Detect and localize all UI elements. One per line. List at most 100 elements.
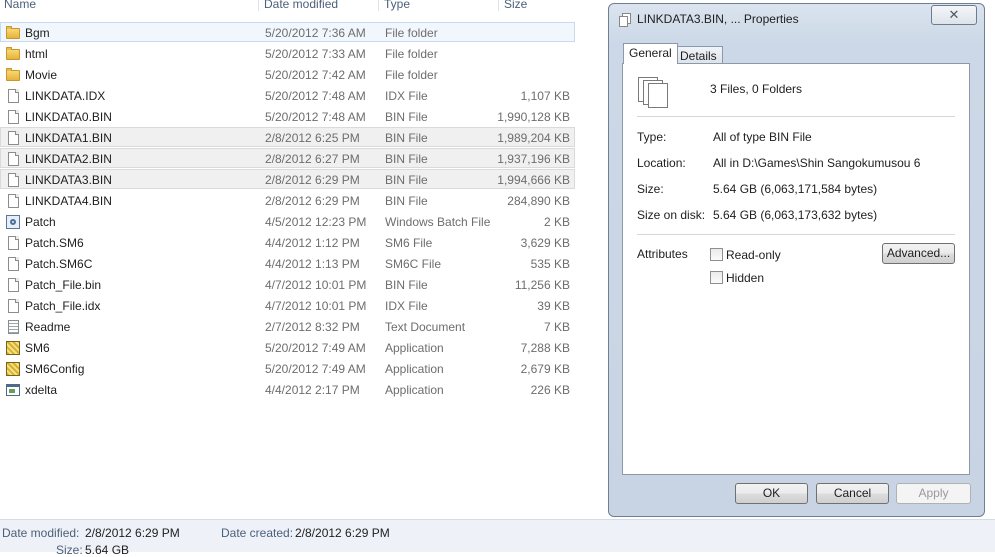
file-icon <box>5 235 21 251</box>
file-name: Patch.SM6C <box>25 257 93 271</box>
selection-summary: 3 Files, 0 Folders <box>710 82 803 96</box>
file-type: SM6C File <box>385 257 442 271</box>
file-type: IDX File <box>385 299 428 313</box>
file-name: Movie <box>25 68 58 82</box>
column-separator[interactable] <box>498 0 499 11</box>
file-date-modified: 5/20/2012 7:33 AM <box>265 47 366 61</box>
batch-file-icon <box>5 214 21 230</box>
file-icon <box>5 109 21 125</box>
size-label: Size: <box>637 182 664 196</box>
file-date-modified: 5/20/2012 7:48 AM <box>265 89 366 103</box>
file-row[interactable]: Patch.SM6C 4/4/2012 1:13 PM SM6C File 535 K… <box>0 253 575 273</box>
hidden-label[interactable]: Hidden <box>726 271 764 285</box>
file-date-modified: 5/20/2012 7:49 AM <box>265 341 366 355</box>
file-icon <box>5 193 21 209</box>
general-tab-panel: 3 Files, 0 Folders Type: All of type BIN… <box>622 63 970 475</box>
file-type: BIN File <box>385 152 428 166</box>
details-pane: Date modified: 2/8/2012 6:29 PM Date cre… <box>0 519 995 557</box>
details-size-value: 5.64 GB <box>85 543 130 557</box>
file-date-modified: 2/8/2012 6:25 PM <box>265 131 360 145</box>
file-row[interactable]: SM6 5/20/2012 7:49 AM Application 7,288 KB <box>0 337 575 357</box>
size-on-disk-value: 5.64 GB (6,063,173,632 bytes) <box>713 208 878 222</box>
file-date-modified: 4/4/2012 1:12 PM <box>265 236 360 250</box>
type-label: Type: <box>637 130 667 144</box>
type-value: All of type BIN File <box>713 130 812 144</box>
dialog-title: LINKDATA3.BIN, ... Properties <box>637 12 799 26</box>
file-row[interactable]: Patch 4/5/2012 12:23 PM Windows Batch File… <box>0 211 575 231</box>
cancel-button[interactable]: Cancel <box>816 483 889 504</box>
details-modified-value: 2/8/2012 6:29 PM <box>85 526 180 540</box>
file-date-modified: 5/20/2012 7:49 AM <box>265 362 366 376</box>
file-row[interactable]: xdelta 4/4/2012 2:17 PM Application 226 KB <box>0 379 575 399</box>
file-row[interactable]: Patch_File.idx 4/7/2012 10:01 PM IDX File 3… <box>0 295 575 315</box>
file-date-modified: 5/20/2012 7:48 AM <box>265 110 366 124</box>
file-row[interactable]: html 5/20/2012 7:33 AM File folder <box>0 43 575 63</box>
file-size: 2 KB <box>543 215 570 229</box>
file-name: LINKDATA4.BIN <box>25 194 112 208</box>
column-header-size[interactable]: Size <box>504 0 527 11</box>
column-header-type[interactable]: Type <box>384 0 410 11</box>
folder-icon <box>5 46 21 62</box>
file-type: SM6 File <box>385 236 433 250</box>
multiple-files-icon <box>638 77 668 109</box>
file-name: Patch_File.bin <box>25 278 102 292</box>
file-icon <box>5 298 21 314</box>
file-type: BIN File <box>385 173 428 187</box>
tab-general[interactable]: General <box>623 43 678 64</box>
file-name: LINKDATA.IDX <box>25 89 106 103</box>
application-icon <box>5 361 21 377</box>
hidden-checkbox[interactable] <box>710 271 723 284</box>
file-name: Readme <box>25 320 71 334</box>
file-size: 1,990,128 KB <box>497 110 570 124</box>
file-name: SM6Config <box>25 362 85 376</box>
file-type: File folder <box>385 47 438 61</box>
file-date-modified: 4/4/2012 2:17 PM <box>265 383 360 397</box>
column-header-date[interactable]: Date modified <box>264 0 338 11</box>
ok-button[interactable]: OK <box>735 483 808 504</box>
file-name: Patch.SM6 <box>25 236 84 250</box>
file-row[interactable]: Readme 2/7/2012 8:32 PM Text Document 7 KB <box>0 316 575 336</box>
file-type: Application <box>385 362 444 376</box>
file-row[interactable]: Patch.SM6 4/4/2012 1:12 PM SM6 File 3,629 K… <box>0 232 575 252</box>
file-name: LINKDATA0.BIN <box>25 110 112 124</box>
file-row[interactable]: LINKDATA1.BIN 2/8/2012 6:25 PM BIN File 1,9… <box>0 127 575 147</box>
file-row[interactable]: Bgm 5/20/2012 7:36 AM File folder <box>0 22 575 42</box>
file-date-modified: 2/8/2012 6:27 PM <box>265 152 360 166</box>
file-row[interactable]: SM6Config 5/20/2012 7:49 AM Application 2,6… <box>0 358 575 378</box>
file-size: 1,994,666 KB <box>497 173 570 187</box>
file-icon <box>5 130 21 146</box>
apply-button[interactable]: Apply <box>896 483 971 504</box>
file-row[interactable]: LINKDATA3.BIN 2/8/2012 6:29 PM BIN File 1,9… <box>0 169 575 189</box>
close-button[interactable]: ✕ <box>931 5 977 25</box>
file-date-modified: 2/7/2012 8:32 PM <box>265 320 360 334</box>
location-value: All in D:\Games\Shin Sangokumusou 6 <box>713 156 921 170</box>
advanced-button[interactable]: Advanced... <box>882 243 955 264</box>
file-date-modified: 2/8/2012 6:29 PM <box>265 194 360 208</box>
multiple-files-icon <box>619 13 632 27</box>
file-date-modified: 5/20/2012 7:36 AM <box>265 26 366 40</box>
file-name: LINKDATA1.BIN <box>25 131 112 145</box>
column-header-name[interactable]: Name <box>4 0 36 11</box>
file-row[interactable]: Patch_File.bin 4/7/2012 10:01 PM BIN File 1… <box>0 274 575 294</box>
read-only-label[interactable]: Read-only <box>726 248 781 262</box>
file-row[interactable]: LINKDATA2.BIN 2/8/2012 6:27 PM BIN File 1,9… <box>0 148 575 168</box>
file-name: SM6 <box>25 341 50 355</box>
file-date-modified: 4/4/2012 1:13 PM <box>265 257 360 271</box>
file-icon <box>5 151 21 167</box>
column-separator[interactable] <box>258 0 259 11</box>
file-type: Application <box>385 341 444 355</box>
column-separator[interactable] <box>378 0 379 11</box>
file-name: LINKDATA2.BIN <box>25 152 112 166</box>
file-row[interactable]: LINKDATA4.BIN 2/8/2012 6:29 PM BIN File 284… <box>0 190 575 210</box>
file-type: File folder <box>385 68 438 82</box>
file-row[interactable]: Movie 5/20/2012 7:42 AM File folder <box>0 64 575 84</box>
attributes-label: Attributes <box>637 247 688 261</box>
file-size: 7 KB <box>543 320 570 334</box>
read-only-checkbox[interactable] <box>710 248 723 261</box>
file-type: BIN File <box>385 278 428 292</box>
details-modified-label: Date modified: <box>2 526 80 540</box>
file-type: BIN File <box>385 110 428 124</box>
file-type: BIN File <box>385 194 428 208</box>
file-row[interactable]: LINKDATA.IDX 5/20/2012 7:48 AM IDX File 1,1… <box>0 85 575 105</box>
file-row[interactable]: LINKDATA0.BIN 5/20/2012 7:48 AM BIN File 1,… <box>0 106 575 126</box>
